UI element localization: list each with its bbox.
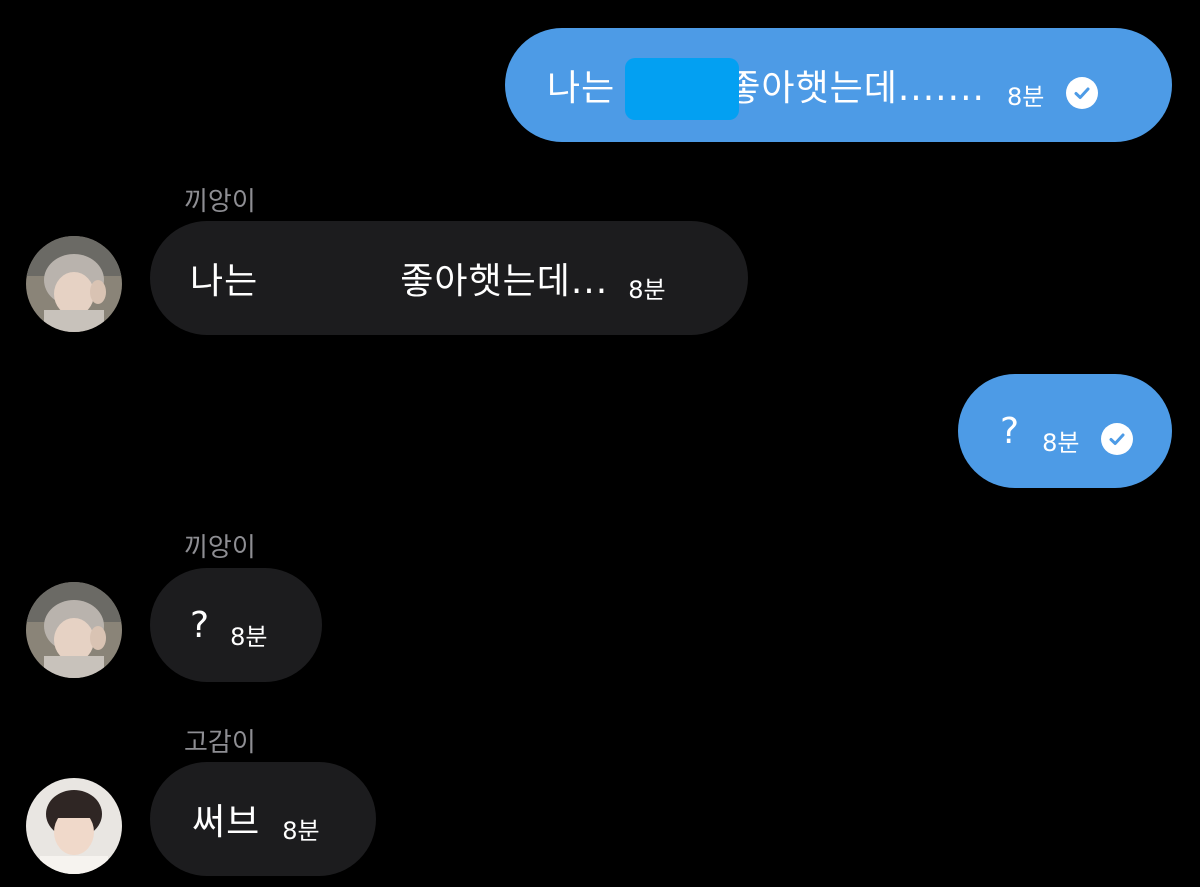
avatar[interactable] [26, 778, 122, 874]
message-text: 좋아햇는데... [400, 261, 609, 302]
avatar[interactable] [26, 236, 122, 332]
redacted-text-gap [258, 258, 400, 298]
message-text: 나는 [190, 261, 259, 302]
outgoing-message-bubble[interactable]: 나는 좋아햇는데....... 8분 [505, 28, 1172, 142]
message-time: 8분 [1006, 82, 1045, 111]
sender-name: 끼앙이 [184, 187, 256, 217]
message-text: ? [190, 604, 211, 646]
incoming-message-bubble[interactable]: 나는 좋아햇는데... 8분 [150, 221, 748, 335]
sender-name: 끼앙이 [184, 533, 256, 563]
chat-thread: 나는 좋아햇는데....... 8분 끼앙이 나는 좋아햇는데... 8분 ? … [0, 0, 1200, 887]
message-time: 8분 [230, 622, 268, 651]
message-text: ? [1000, 410, 1021, 452]
message-text: 좋아햇는데....... [727, 68, 985, 109]
message-time: 8분 [628, 275, 666, 304]
incoming-message-bubble[interactable]: ? 8분 [150, 568, 322, 682]
message-text: 나는 [547, 68, 616, 109]
avatar[interactable] [26, 582, 122, 678]
redaction-mark [625, 58, 739, 120]
outgoing-message-bubble[interactable]: ? 8분 [958, 374, 1172, 488]
message-time: 8분 [282, 816, 320, 845]
message-time: 8분 [1042, 428, 1080, 457]
sender-name: 고감이 [184, 728, 256, 758]
message-text: 써브 [192, 802, 261, 843]
incoming-message-bubble[interactable]: 써브 8분 [150, 762, 376, 876]
check-circle-icon [1066, 77, 1099, 109]
check-circle-icon [1101, 423, 1134, 455]
